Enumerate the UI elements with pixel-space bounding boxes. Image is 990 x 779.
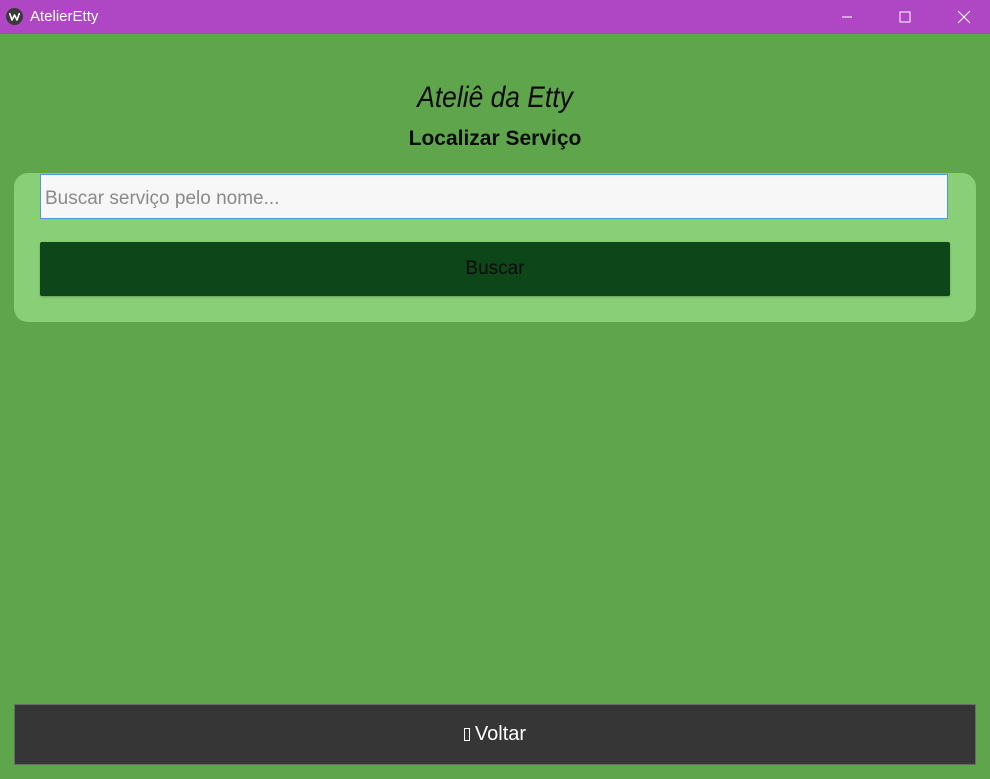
back-button-label: Voltar <box>474 723 527 745</box>
minimize-icon <box>842 16 852 18</box>
close-button[interactable] <box>935 0 990 34</box>
minimize-button[interactable] <box>818 0 876 34</box>
search-button[interactable]: Buscar <box>40 242 950 296</box>
maximize-icon <box>899 11 911 23</box>
search-input[interactable] <box>40 174 948 219</box>
back-button[interactable]: Voltar <box>14 704 976 765</box>
maximize-button[interactable] <box>876 0 934 34</box>
kivy-logo-icon <box>6 8 23 25</box>
missing-glyph-icon <box>463 728 470 741</box>
app-heading: Ateliê da Etty <box>417 81 573 114</box>
page-title: Localizar Serviço <box>408 127 582 150</box>
window-title: AtelierEtty <box>30 8 99 25</box>
search-button-label: Buscar <box>465 258 525 279</box>
window-titlebar[interactable]: AtelierEtty <box>0 0 990 34</box>
close-icon <box>957 10 971 24</box>
